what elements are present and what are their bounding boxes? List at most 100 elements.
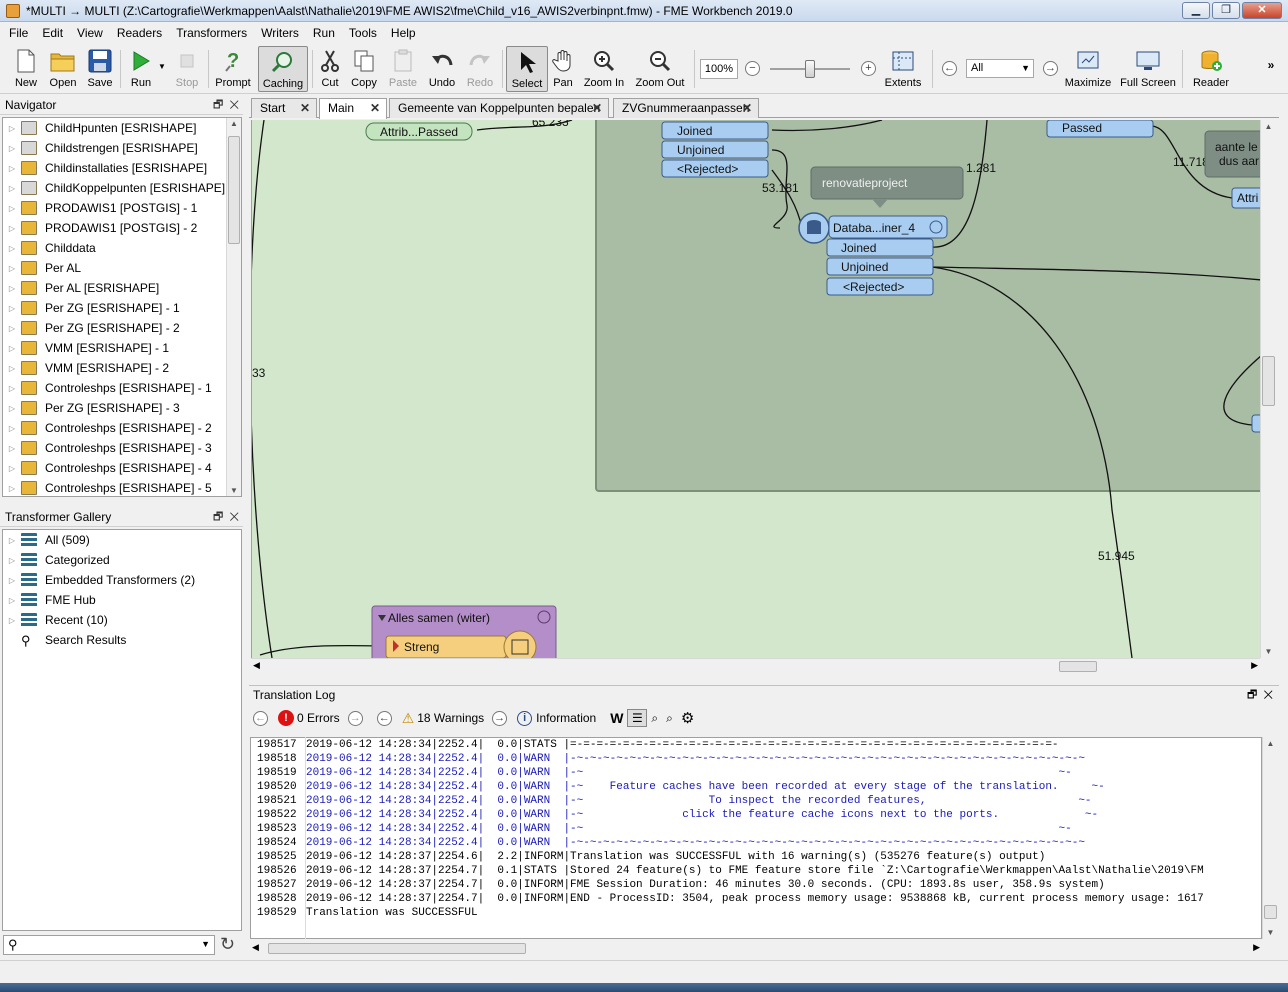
log-horizontal-scrollbar[interactable]: ◀ ▶: [250, 941, 1262, 956]
expand-icon[interactable]: ▷: [3, 404, 21, 413]
scroll-down-icon[interactable]: ▼: [1261, 647, 1276, 656]
expand-icon[interactable]: ▷: [3, 204, 21, 213]
zoom-increase-button[interactable]: +: [861, 61, 876, 76]
navigator-item[interactable]: ▷ Controleshps [ESRISHAPE] - 5: [3, 478, 241, 496]
tab-zvgnummeraanpassen[interactable]: ZVGnummeraanpassen ✕: [613, 98, 759, 118]
scroll-up-icon[interactable]: ▲: [227, 119, 241, 128]
menu-writers[interactable]: Writers: [254, 26, 306, 40]
expand-icon[interactable]: ▷: [3, 284, 21, 293]
log-vertical-scrollbar[interactable]: ▲ ▼: [1262, 737, 1278, 939]
restore-button[interactable]: ❐: [1212, 2, 1240, 19]
navigator-scrollbar[interactable]: ▲ ▼: [226, 118, 241, 496]
log-vscroll-thumb[interactable]: [1264, 905, 1277, 919]
close-panel-icon[interactable]: ✕: [229, 511, 239, 523]
navigator-item[interactable]: ▷ Childstrengen [ESRISHAPE]: [3, 138, 241, 158]
navigator-item[interactable]: ▷ VMM [ESRISHAPE] - 1: [3, 338, 241, 358]
navigator-item[interactable]: ▷ Per AL: [3, 258, 241, 278]
expand-icon[interactable]: ▷: [3, 576, 21, 585]
redo-button[interactable]: Redo: [464, 46, 496, 92]
scroll-down-icon[interactable]: ▼: [227, 486, 241, 495]
navigator-scroll-thumb[interactable]: [228, 136, 240, 244]
zoom-out-button[interactable]: Zoom Out: [634, 46, 686, 92]
close-icon[interactable]: ✕: [370, 99, 380, 117]
expand-icon[interactable]: ▷: [3, 304, 21, 313]
gear-icon[interactable]: ⚙: [681, 709, 694, 727]
refresh-icon[interactable]: ↻: [220, 934, 235, 955]
menu-run[interactable]: Run: [306, 26, 342, 40]
navigator-item[interactable]: ▷ Per AL [ESRISHAPE]: [3, 278, 241, 298]
gallery-item[interactable]: ▷ FME Hub: [3, 590, 241, 610]
navigator-item[interactable]: ▷ PRODAWIS1 [POSTGIS] - 2: [3, 218, 241, 238]
expand-icon[interactable]: ▷: [3, 164, 21, 173]
expand-icon[interactable]: ▷: [3, 184, 21, 193]
expand-icon[interactable]: ▷: [3, 536, 21, 545]
navigator-item[interactable]: ▷ Controleshps [ESRISHAPE] - 3: [3, 438, 241, 458]
navigator-item[interactable]: ▷ VMM [ESRISHAPE] - 2: [3, 358, 241, 378]
caching-button[interactable]: Caching: [258, 46, 308, 92]
navigator-item[interactable]: ▷ Per ZG [ESRISHAPE] - 3: [3, 398, 241, 418]
zoom-slider-handle[interactable]: [805, 60, 815, 78]
expand-icon[interactable]: ▷: [3, 224, 21, 233]
paste-button[interactable]: Paste: [386, 46, 420, 92]
scroll-up-icon[interactable]: ▲: [1263, 739, 1278, 748]
navigator-item[interactable]: ▷ PRODAWIS1 [POSTGIS] - 1: [3, 198, 241, 218]
bookmark-filter-select[interactable]: All ▼: [966, 59, 1034, 78]
menu-view[interactable]: View: [70, 26, 110, 40]
tab-gemeente-koppelpunten[interactable]: Gemeente van Koppelpunten bepalen ✕: [389, 98, 609, 118]
log-hscroll-thumb[interactable]: [268, 943, 526, 954]
expand-icon[interactable]: ▷: [3, 484, 21, 493]
expand-icon[interactable]: ▷: [3, 596, 21, 605]
close-icon[interactable]: ✕: [592, 99, 602, 117]
chevron-down-icon[interactable]: ▼: [201, 939, 210, 949]
menu-tools[interactable]: Tools: [342, 26, 384, 40]
close-icon[interactable]: ✕: [742, 99, 752, 117]
expand-icon[interactable]: ▷: [3, 324, 21, 333]
maximize-button[interactable]: Maximize: [1064, 46, 1112, 92]
zoom-decrease-button[interactable]: −: [745, 61, 760, 76]
word-wrap-icon[interactable]: W: [610, 710, 623, 726]
next-error-button[interactable]: →: [347, 710, 363, 726]
find-icon[interactable]: ⌕: [651, 711, 658, 726]
scroll-left-icon[interactable]: ◀: [253, 660, 260, 671]
expand-icon[interactable]: ▷: [3, 244, 21, 253]
scroll-right-icon[interactable]: ▶: [1251, 660, 1258, 671]
navigator-item[interactable]: ▷ ChildHpunten [ESRISHAPE]: [3, 118, 241, 138]
undock-icon[interactable]: 🗗: [1247, 689, 1257, 701]
zoom-level-field[interactable]: 100%: [700, 59, 738, 79]
menu-edit[interactable]: Edit: [35, 26, 70, 40]
expand-icon[interactable]: ▷: [3, 444, 21, 453]
open-button[interactable]: Open: [46, 46, 80, 92]
undock-icon[interactable]: 🗗: [213, 99, 223, 111]
add-reader-button[interactable]: Reader: [1190, 46, 1232, 92]
gallery-item[interactable]: ⚲ Search Results: [3, 630, 241, 650]
next-bookmark-button[interactable]: →: [1043, 61, 1058, 76]
canvas-hscroll-thumb[interactable]: [1059, 661, 1097, 672]
menu-readers[interactable]: Readers: [110, 26, 169, 40]
pan-tool-button[interactable]: Pan: [550, 46, 576, 92]
canvas-vertical-scrollbar[interactable]: ▲ ▼: [1260, 120, 1276, 658]
canvas-horizontal-scrollbar[interactable]: ◀ ▶: [251, 658, 1260, 673]
transformer-port[interactable]: [1251, 414, 1260, 433]
transformer-search-input[interactable]: ⚲ ▼: [3, 935, 215, 955]
save-button[interactable]: Save: [84, 46, 116, 92]
scroll-down-icon[interactable]: ▼: [1263, 928, 1278, 937]
warnings-count[interactable]: 18 Warnings: [417, 711, 484, 725]
close-window-button[interactable]: ✕: [1242, 2, 1282, 19]
extents-button[interactable]: Extents: [880, 46, 926, 92]
scroll-right-icon[interactable]: ▶: [1253, 942, 1260, 953]
run-button[interactable]: Run: [126, 46, 156, 92]
translation-log-content[interactable]: 198517 2019-06-12 14:28:34|2252.4| 0.0|ST…: [250, 737, 1262, 939]
navigator-item[interactable]: ▷ Controleshps [ESRISHAPE] - 2: [3, 418, 241, 438]
expand-icon[interactable]: ▷: [3, 424, 21, 433]
select-tool-button[interactable]: Select: [506, 46, 548, 92]
cut-button[interactable]: Cut: [316, 46, 344, 92]
close-panel-icon[interactable]: ✕: [1263, 689, 1273, 701]
menu-help[interactable]: Help: [384, 26, 423, 40]
expand-icon[interactable]: ▷: [3, 124, 21, 133]
menu-file[interactable]: File: [2, 26, 35, 40]
zoom-in-button[interactable]: Zoom In: [582, 46, 626, 92]
minimize-button[interactable]: ▁: [1182, 2, 1210, 19]
gallery-item[interactable]: ▷ Embedded Transformers (2): [3, 570, 241, 590]
canvas-vscroll-thumb[interactable]: [1262, 356, 1275, 406]
tab-start[interactable]: Start ✕: [251, 98, 317, 118]
